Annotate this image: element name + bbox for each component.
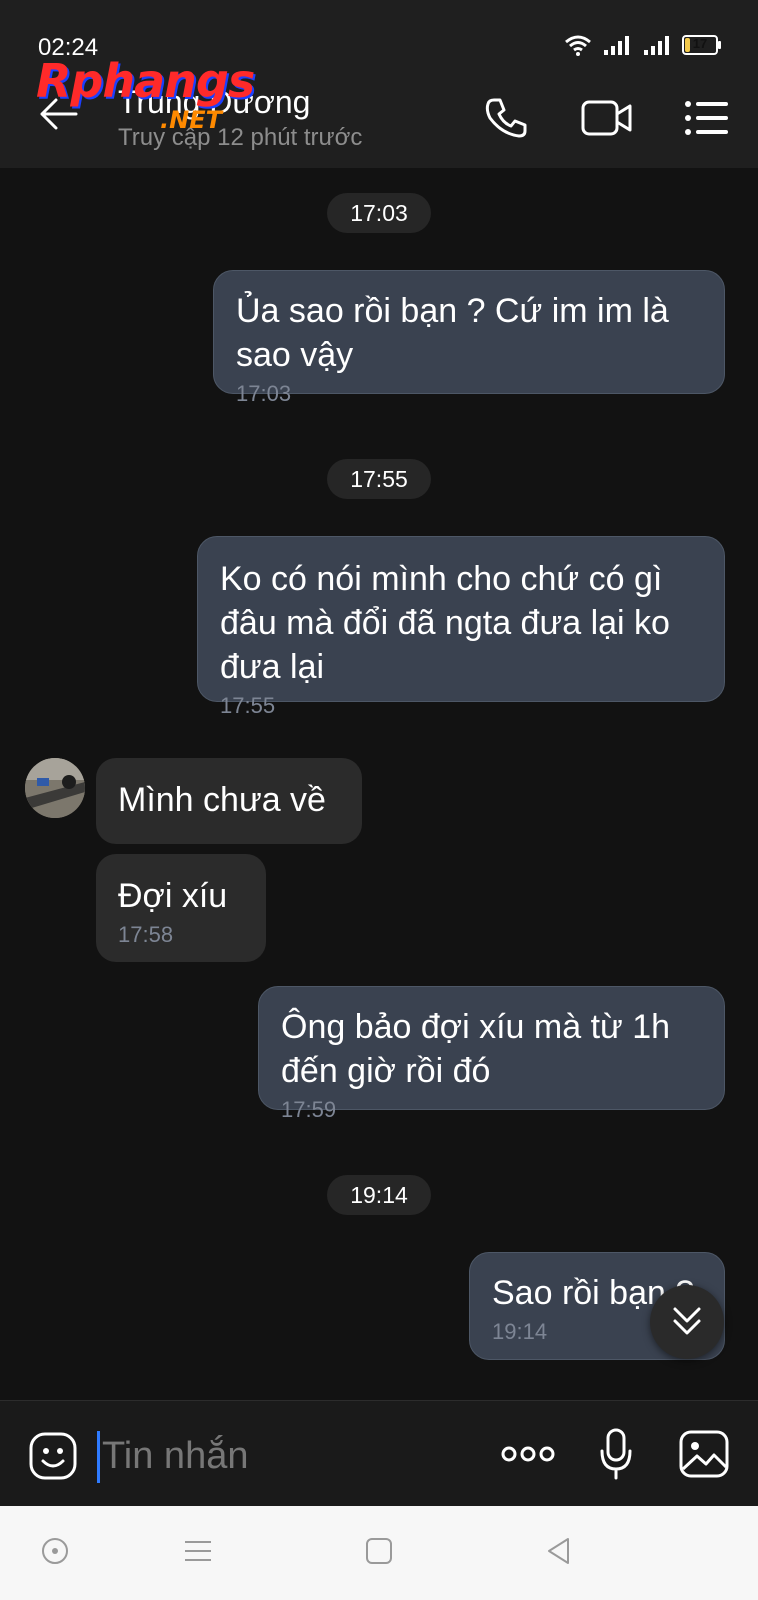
smiley-icon[interactable] [28, 1431, 78, 1481]
wifi-icon [565, 35, 591, 56]
image-icon[interactable] [678, 1429, 730, 1479]
message-text: Ko có nói mình cho chứ có gì đâu mà đổi … [220, 560, 670, 686]
message-text: Đợi xíu [118, 877, 228, 915]
signal-icon [644, 36, 669, 55]
message-time: 17:59 [281, 1097, 337, 1122]
message-time: 17:55 [220, 693, 276, 718]
message-bubble-outgoing[interactable]: Ko có nói mình cho chứ có gì đâu mà đổi … [197, 536, 725, 718]
home-square-icon[interactable] [364, 1536, 394, 1566]
phone-icon[interactable] [484, 96, 528, 140]
battery-percent: 17 [692, 36, 708, 51]
time-separator: 17:03 [327, 193, 431, 233]
message-text: Mình chưa về [118, 781, 326, 819]
menu-lines-icon[interactable] [183, 1536, 213, 1566]
time-separator: 19:14 [327, 1175, 431, 1215]
assistant-circle-icon[interactable] [40, 1536, 70, 1566]
video-camera-icon[interactable] [580, 96, 634, 140]
message-text: Ủa sao rồi bạn ? Cứ im im là sao vậy [236, 292, 669, 374]
time-separator: 17:55 [327, 459, 431, 499]
battery-icon: 17 [682, 35, 721, 55]
more-dots-icon[interactable] [500, 1441, 556, 1467]
message-bubble-incoming[interactable]: Đợi xíu 17:58 [96, 854, 266, 962]
text-cursor [97, 1431, 100, 1483]
scroll-to-bottom-button[interactable] [650, 1285, 724, 1359]
chevron-double-down-icon [673, 1307, 701, 1335]
watermark-logo: Rphangs [36, 54, 255, 108]
microphone-icon[interactable] [598, 1427, 634, 1481]
message-bubble-incoming[interactable]: Mình chưa về [96, 758, 362, 844]
message-time: 17:03 [236, 381, 292, 406]
avatar[interactable] [25, 758, 85, 818]
last-seen-status: Truy cập 12 phút trước [118, 124, 363, 151]
message-bubble-outgoing[interactable]: Ủa sao rồi bạn ? Cứ im im là sao vậy 17:… [213, 270, 725, 406]
system-navigation-bar [0, 1506, 758, 1600]
message-text: Ông bảo đợi xíu mà từ 1h đến giờ rồi đó [281, 1008, 671, 1090]
watermark-logo-suffix: .NET [160, 106, 222, 134]
message-time: 17:58 [118, 922, 174, 947]
list-menu-icon[interactable] [684, 96, 730, 140]
message-bubble-outgoing[interactable]: Ông bảo đợi xíu mà từ 1h đến giờ rồi đó … [258, 986, 725, 1122]
message-composer: Tin nhắn [0, 1400, 758, 1507]
message-list[interactable]: 17:03 Ủa sao rồi bạn ? Cứ im im là sao v… [0, 168, 758, 1400]
status-icons: 17 [564, 34, 721, 56]
back-triangle-icon[interactable] [544, 1536, 574, 1566]
message-input[interactable]: Tin nhắn [102, 1435, 248, 1478]
signal-icon [604, 36, 629, 55]
